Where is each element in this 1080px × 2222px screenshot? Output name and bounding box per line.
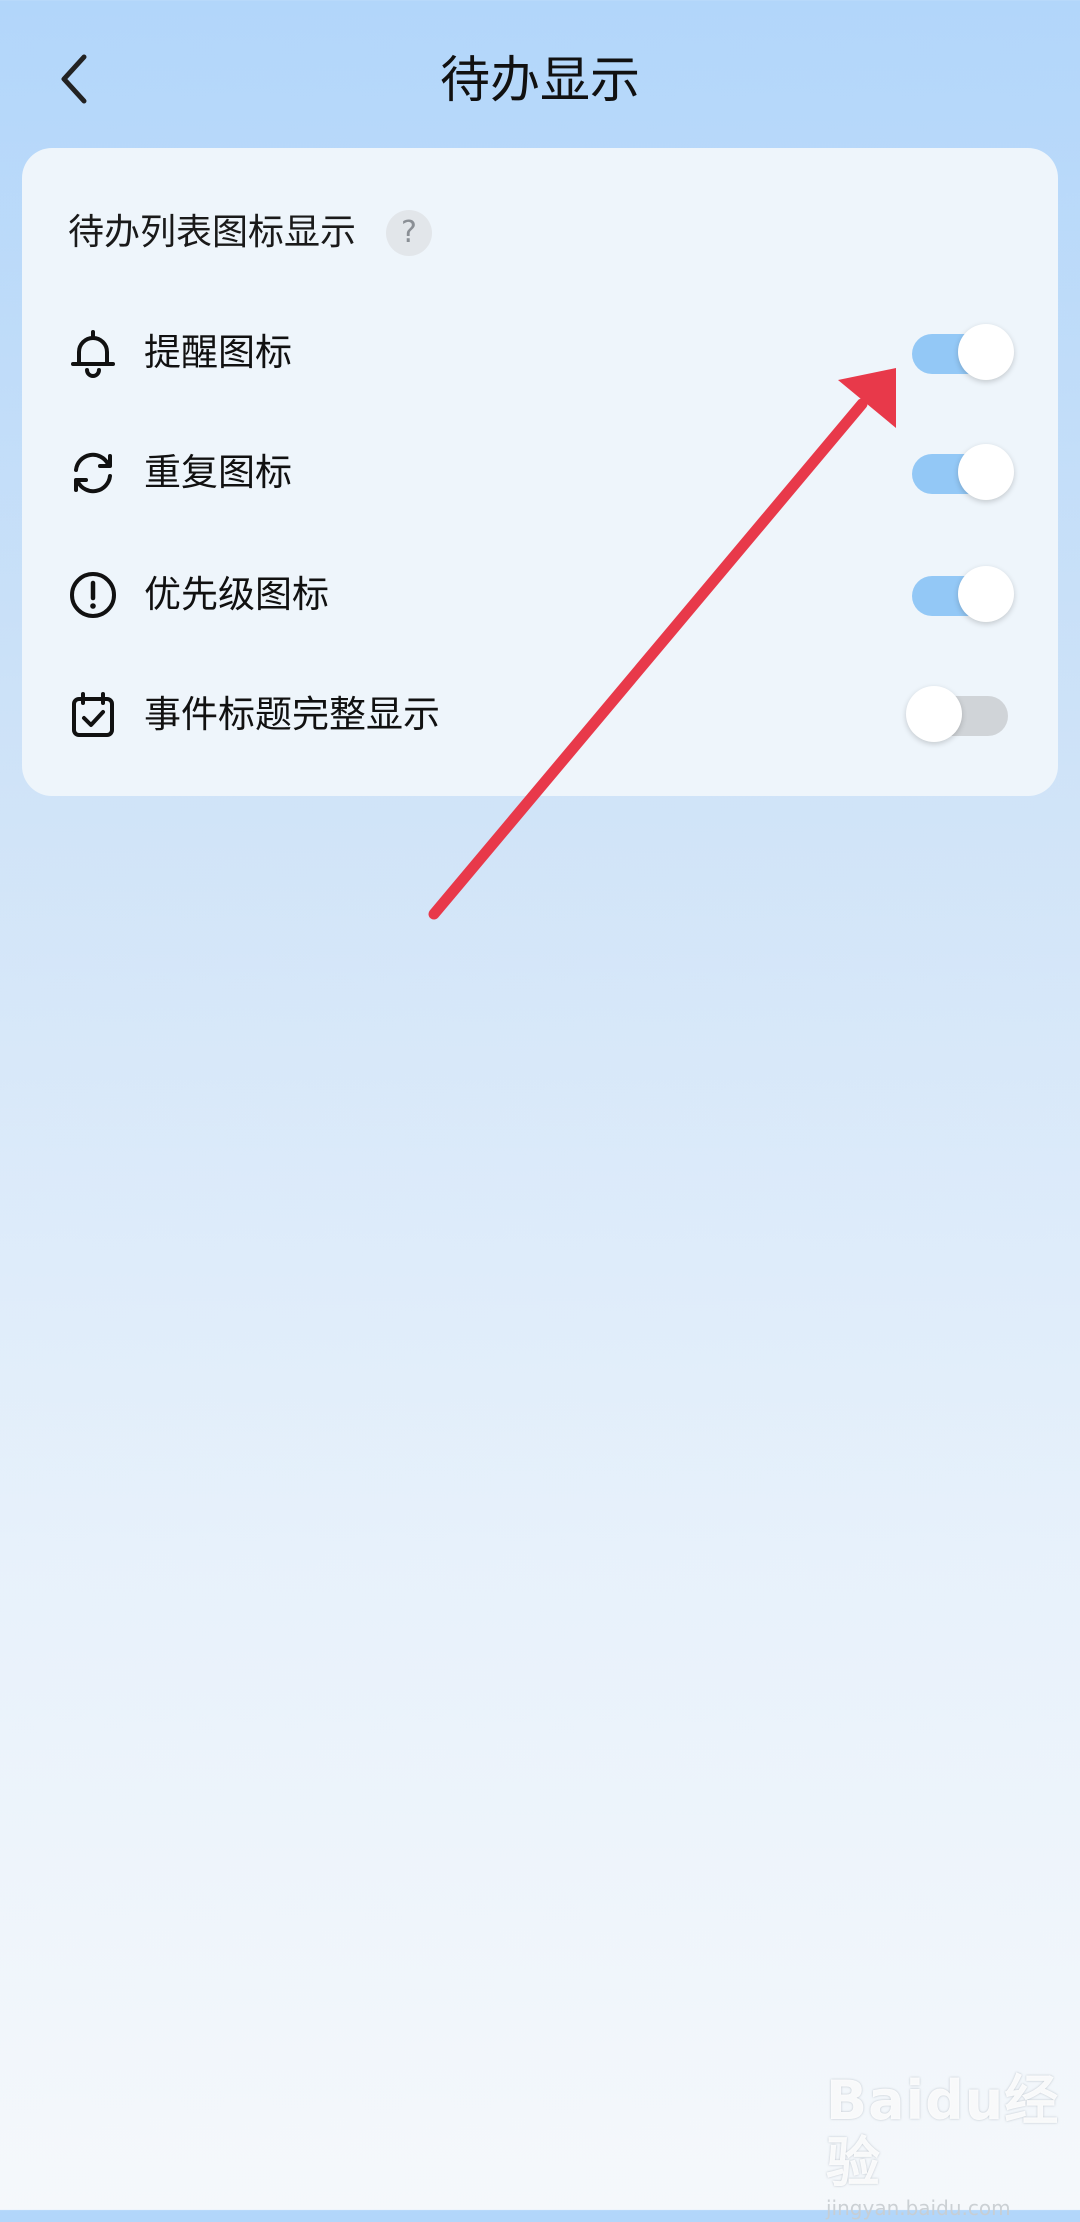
watermark: Baidu经验 jingyan.baidu.com — [826, 2070, 1066, 2221]
section-title-text: 待办列表图标显示 — [68, 212, 357, 253]
header: 待办显示 — [0, 0, 1080, 150]
repeat-icon — [74, 452, 112, 494]
setting-row-priority-icon[interactable]: 优先级图标 — [22, 540, 1058, 650]
toggle-knob — [906, 686, 962, 742]
toggle-knob — [958, 324, 1014, 380]
page-title: 待办显示 — [440, 51, 640, 109]
calendar-check-icon — [72, 692, 114, 737]
full-title-toggle[interactable] — [906, 686, 1008, 742]
setting-label: 事件标题完整显示 — [144, 693, 440, 736]
section-title: 待办列表图标显示 ? — [68, 208, 433, 258]
setting-label: 重复图标 — [144, 451, 292, 494]
watermark-url: jingyan.baidu.com — [826, 2196, 1011, 2220]
setting-row-repeat-icon[interactable]: 重复图标 — [22, 418, 1058, 528]
toggle-knob — [958, 566, 1014, 622]
setting-label: 优先级图标 — [144, 573, 329, 616]
settings-card: 待办列表图标显示 ? 提醒图标 重复图标 优先级图标 事件标题完整显示 — [22, 148, 1058, 796]
repeat-icon-toggle[interactable] — [912, 444, 1014, 500]
bell-icon — [71, 330, 115, 378]
help-button[interactable]: ? — [386, 210, 433, 256]
watermark-logo: Baidu经验 — [826, 2069, 1060, 2194]
exclamation-circle-icon — [70, 572, 116, 618]
toggle-knob — [958, 444, 1014, 500]
setting-row-reminder-icon[interactable]: 提醒图标 — [22, 298, 1058, 408]
setting-label: 提醒图标 — [144, 331, 292, 374]
reminder-icon-toggle[interactable] — [912, 324, 1014, 380]
setting-row-full-title[interactable]: 事件标题完整显示 — [22, 660, 1058, 770]
priority-icon-toggle[interactable] — [912, 566, 1014, 622]
